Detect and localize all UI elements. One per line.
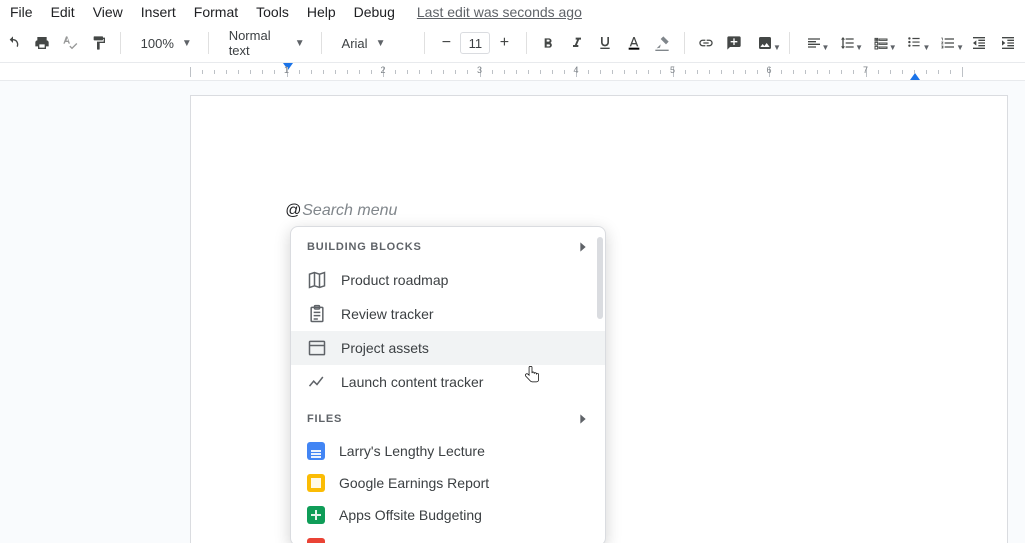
chevron-down-icon: ▼ bbox=[376, 38, 386, 49]
slides-icon bbox=[307, 474, 325, 492]
font-size-stepper: − 11 + bbox=[434, 30, 516, 56]
document-canvas[interactable]: @ Search menu BUILDING BLOCKS Product ro… bbox=[0, 81, 1025, 543]
section-title: BUILDING BLOCKS bbox=[307, 241, 422, 253]
menu-item-project-assets[interactable]: Project assets bbox=[291, 331, 605, 365]
menu-format[interactable]: Format bbox=[194, 4, 238, 20]
at-menu-popup: BUILDING BLOCKS Product roadmap Review t… bbox=[290, 226, 606, 543]
indent-marker-right[interactable] bbox=[910, 73, 920, 80]
separator bbox=[526, 32, 527, 54]
chevron-right-icon bbox=[575, 239, 591, 255]
menu-view[interactable]: View bbox=[93, 4, 123, 20]
chevron-down-icon: ▼ bbox=[182, 38, 192, 49]
decrease-indent-icon[interactable] bbox=[968, 30, 990, 56]
separator bbox=[789, 32, 790, 54]
menu-tools[interactable]: Tools bbox=[256, 4, 289, 20]
layout-icon bbox=[307, 338, 327, 358]
toolbar: 100% ▼ Normal text ▼ Arial ▼ − 11 + ▼ ▼ … bbox=[0, 26, 1025, 63]
chevron-down-icon: ▼ bbox=[922, 43, 930, 52]
add-comment-icon[interactable] bbox=[723, 30, 745, 56]
spellcheck-icon[interactable] bbox=[59, 30, 81, 56]
section-header-files[interactable]: FILES bbox=[291, 399, 605, 435]
font-family-value: Arial bbox=[342, 36, 368, 51]
sheets-icon bbox=[307, 506, 325, 524]
at-symbol: @ bbox=[285, 202, 301, 220]
docs-icon bbox=[307, 442, 325, 460]
file-item-apps-offsite-budgeting[interactable]: Apps Offsite Budgeting bbox=[291, 499, 605, 531]
menu-bar: File Edit View Insert Format Tools Help … bbox=[0, 0, 1025, 26]
font-size-increase[interactable]: + bbox=[492, 34, 516, 52]
zoom-value: 100% bbox=[141, 36, 174, 51]
text-color-icon[interactable] bbox=[623, 30, 645, 56]
chevron-down-icon: ▼ bbox=[822, 43, 830, 52]
italic-icon[interactable] bbox=[566, 30, 588, 56]
chevron-down-icon: ▼ bbox=[295, 38, 305, 49]
ruler-page-area bbox=[190, 63, 1008, 80]
menu-file[interactable]: File bbox=[10, 4, 33, 20]
chevron-down-icon: ▼ bbox=[956, 43, 964, 52]
menu-debug[interactable]: Debug bbox=[354, 4, 395, 20]
separator bbox=[321, 32, 322, 54]
map-icon bbox=[307, 270, 327, 290]
bold-icon[interactable] bbox=[537, 30, 559, 56]
menu-item-label: Review tracker bbox=[341, 306, 434, 322]
at-mention-input[interactable]: @ Search menu bbox=[285, 202, 397, 220]
file-icon bbox=[307, 538, 325, 543]
paragraph-style-value: Normal text bbox=[229, 28, 287, 58]
menu-edit[interactable]: Edit bbox=[51, 4, 75, 20]
menu-item-label: Project assets bbox=[341, 340, 429, 356]
file-item-label: Larry's Lengthy Lecture bbox=[339, 443, 485, 459]
separator bbox=[120, 32, 121, 54]
section-header-building-blocks[interactable]: BUILDING BLOCKS bbox=[291, 227, 605, 263]
zoom-combo[interactable]: 100% ▼ bbox=[131, 30, 198, 56]
font-size-input[interactable]: 11 bbox=[460, 32, 490, 54]
menu-help[interactable]: Help bbox=[307, 4, 336, 20]
increase-indent-icon[interactable] bbox=[996, 30, 1018, 56]
menu-item-product-roadmap[interactable]: Product roadmap bbox=[291, 263, 605, 297]
chevron-down-icon: ▼ bbox=[889, 43, 897, 52]
chevron-right-icon bbox=[575, 411, 591, 427]
align-icon[interactable]: ▼ bbox=[800, 30, 828, 56]
file-item-partial[interactable] bbox=[291, 531, 605, 543]
section-title: FILES bbox=[307, 413, 342, 425]
paragraph-style-combo[interactable]: Normal text ▼ bbox=[219, 30, 311, 56]
numbered-list-icon[interactable]: ▼ bbox=[934, 30, 962, 56]
file-item-google-earnings-report[interactable]: Google Earnings Report bbox=[291, 467, 605, 499]
chevron-down-icon: ▼ bbox=[773, 43, 781, 52]
highlight-color-icon[interactable] bbox=[651, 30, 673, 56]
ruler[interactable]: 1234567 bbox=[0, 63, 1025, 81]
font-size-decrease[interactable]: − bbox=[434, 34, 458, 52]
insert-link-icon[interactable] bbox=[694, 30, 716, 56]
underline-icon[interactable] bbox=[594, 30, 616, 56]
checklist-icon[interactable]: ▼ bbox=[867, 30, 895, 56]
at-placeholder: Search menu bbox=[302, 202, 397, 220]
menu-item-label: Launch content tracker bbox=[341, 374, 483, 390]
bulleted-list-icon[interactable]: ▼ bbox=[901, 30, 929, 56]
print-icon[interactable] bbox=[30, 30, 52, 56]
scrollbar-thumb[interactable] bbox=[597, 237, 603, 319]
separator bbox=[684, 32, 685, 54]
paint-format-icon[interactable] bbox=[87, 30, 109, 56]
undo-icon[interactable] bbox=[2, 30, 24, 56]
menu-insert[interactable]: Insert bbox=[141, 4, 176, 20]
trend-icon bbox=[307, 372, 327, 392]
line-spacing-icon[interactable]: ▼ bbox=[833, 30, 861, 56]
menu-item-review-tracker[interactable]: Review tracker bbox=[291, 297, 605, 331]
file-item-label: Apps Offsite Budgeting bbox=[339, 507, 482, 523]
separator bbox=[424, 32, 425, 54]
last-edit-link[interactable]: Last edit was seconds ago bbox=[417, 4, 582, 20]
clipboard-icon bbox=[307, 304, 327, 324]
separator bbox=[208, 32, 209, 54]
menu-item-label: Product roadmap bbox=[341, 272, 448, 288]
chevron-down-icon: ▼ bbox=[855, 43, 863, 52]
document-page[interactable]: @ Search menu BUILDING BLOCKS Product ro… bbox=[190, 95, 1008, 543]
file-item-larrys-lengthy-lecture[interactable]: Larry's Lengthy Lecture bbox=[291, 435, 605, 467]
insert-image-icon[interactable]: ▼ bbox=[751, 30, 779, 56]
file-item-label: Google Earnings Report bbox=[339, 475, 489, 491]
menu-item-launch-content-tracker[interactable]: Launch content tracker bbox=[291, 365, 605, 399]
font-family-combo[interactable]: Arial ▼ bbox=[332, 30, 414, 56]
